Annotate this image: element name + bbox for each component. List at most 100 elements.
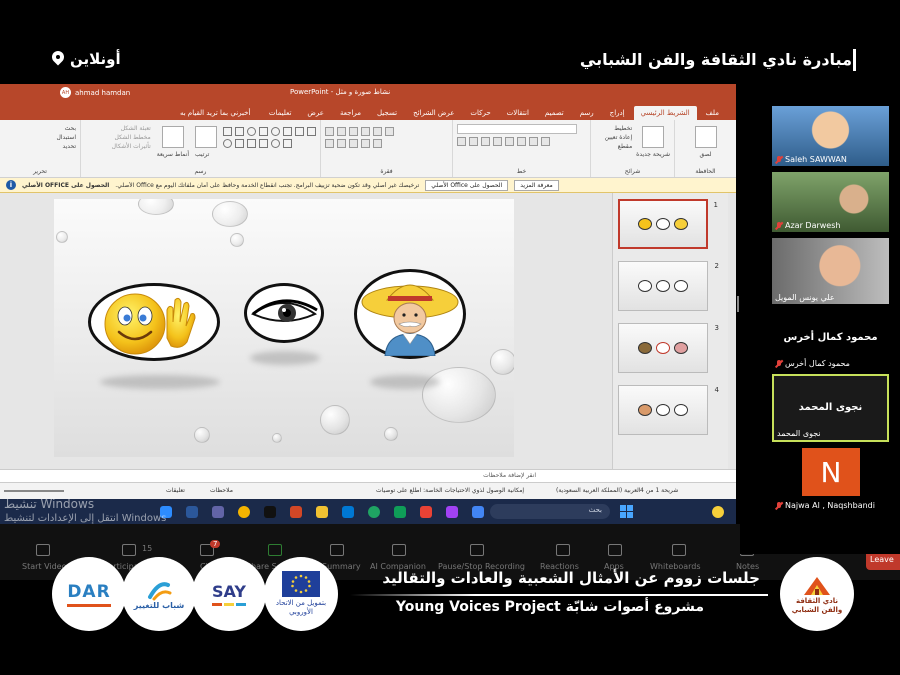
- curve-shape-icon[interactable]: [283, 139, 292, 148]
- tab-animations[interactable]: حركات: [463, 106, 497, 120]
- strike-icon[interactable]: [493, 137, 502, 146]
- shadow-icon[interactable]: [505, 137, 514, 146]
- check-app-icon[interactable]: [394, 506, 406, 518]
- bold-icon[interactable]: [457, 137, 466, 146]
- tiktok-app-icon[interactable]: [264, 506, 276, 518]
- tab-draw[interactable]: رسم: [573, 106, 601, 120]
- notes-pane[interactable]: انقر لإضافة ملاحظات: [0, 469, 736, 482]
- app-icon[interactable]: [472, 506, 484, 518]
- arrow-shape-icon[interactable]: [295, 127, 304, 136]
- oval-shape-icon[interactable]: [223, 139, 232, 148]
- participant-tile[interactable]: Saleh SAWWAN: [772, 106, 889, 166]
- oval-shape-icon[interactable]: [271, 127, 280, 136]
- store-app-icon[interactable]: [342, 506, 354, 518]
- layout-button[interactable]: تخطيط: [605, 124, 632, 133]
- panel-resize-handle[interactable]: [737, 296, 739, 312]
- reactions-icon[interactable]: [556, 544, 570, 556]
- rect-shape-icon[interactable]: [223, 127, 232, 136]
- summary-icon[interactable]: [330, 544, 344, 556]
- spacing-icon[interactable]: [517, 137, 526, 146]
- align-right-icon[interactable]: [349, 139, 358, 148]
- accessibility-status[interactable]: إمكانية الوصول لذوي الاحتياجات الخاصة: ا…: [376, 487, 524, 494]
- slide-thumbnail[interactable]: 2: [618, 261, 719, 311]
- tab-transitions[interactable]: انتقالات: [500, 106, 536, 120]
- tab-help[interactable]: تعليمات: [262, 106, 299, 120]
- current-slide[interactable]: [54, 199, 514, 457]
- whiteboard-icon[interactable]: [672, 544, 686, 556]
- record-icon[interactable]: [470, 544, 484, 556]
- shapes-gallery-row-2[interactable]: [223, 139, 316, 148]
- participants-icon[interactable]: [122, 544, 136, 556]
- slide-thumbnail[interactable]: 4: [618, 385, 719, 435]
- app-icon[interactable]: [446, 506, 458, 518]
- arrange-icon[interactable]: [195, 126, 217, 148]
- taskbar-search[interactable]: بحث: [490, 504, 610, 519]
- farmer-oval[interactable]: [354, 269, 466, 359]
- numbering-icon[interactable]: [337, 127, 346, 136]
- shape-outline-button[interactable]: مخطط الشكل: [112, 133, 150, 142]
- eye-oval[interactable]: [244, 283, 324, 343]
- brace-shape-icon[interactable]: [259, 139, 268, 148]
- participant-tile[interactable]: Azar Darwesh: [772, 172, 889, 232]
- underline-icon[interactable]: [481, 137, 490, 146]
- share-screen-icon[interactable]: [268, 544, 282, 556]
- tab-slideshow[interactable]: عرض الشرائح: [406, 106, 461, 120]
- justify-icon[interactable]: [361, 139, 370, 148]
- rect-shape-icon[interactable]: [259, 127, 268, 136]
- edge-app-icon[interactable]: [368, 506, 380, 518]
- participant-tile[interactable]: N Najwa Al , Naqshbandi: [772, 448, 889, 512]
- tab-review[interactable]: مراجعة: [333, 106, 368, 120]
- tab-record[interactable]: تسجيل: [370, 106, 404, 120]
- tab-home[interactable]: الشريط الرئيسي: [633, 106, 697, 120]
- notes-toggle[interactable]: ملاحظات: [210, 487, 233, 494]
- slide-thumbnail[interactable]: 1: [618, 199, 718, 249]
- star-shape-icon[interactable]: [271, 139, 280, 148]
- powerpoint-app-icon[interactable]: [290, 506, 302, 518]
- indent-icon[interactable]: [349, 127, 358, 136]
- learn-more-button[interactable]: معرفة المزيد: [514, 179, 559, 191]
- columns-icon[interactable]: [373, 139, 382, 148]
- align-center-icon[interactable]: [337, 139, 346, 148]
- shapes-gallery-row-1[interactable]: [223, 127, 316, 136]
- slide-thumbnail[interactable]: 3: [618, 323, 719, 373]
- participant-tile-active-speaker[interactable]: نجوى المحمد نجوى المحمد: [772, 374, 889, 442]
- text-direction-icon[interactable]: [385, 127, 394, 136]
- word-app-icon[interactable]: [186, 506, 198, 518]
- paste-icon[interactable]: [694, 126, 717, 148]
- smiley-oval[interactable]: [88, 283, 220, 361]
- triangle-shape-icon[interactable]: [235, 139, 244, 148]
- outdent-icon[interactable]: [361, 127, 370, 136]
- get-genuine-office-button[interactable]: الحصول على Office الأصلي: [425, 179, 509, 191]
- participant-tile[interactable]: علي يونس المويل: [772, 238, 889, 304]
- align-left-icon[interactable]: [325, 139, 334, 148]
- find-button[interactable]: بحث: [4, 124, 76, 133]
- line-spacing-icon[interactable]: [373, 127, 382, 136]
- file-explorer-icon[interactable]: [316, 506, 328, 518]
- reset-button[interactable]: إعادة تعيين: [605, 133, 633, 142]
- language-status[interactable]: العربية (المملكة العربية السعودية): [556, 487, 641, 494]
- replace-button[interactable]: استبدال: [4, 133, 77, 142]
- bullets-icon[interactable]: [325, 127, 334, 136]
- comments-toggle[interactable]: تعليقات: [166, 487, 185, 494]
- teams-app-icon[interactable]: [212, 506, 224, 518]
- case-icon[interactable]: [529, 137, 538, 146]
- participant-tile[interactable]: محمود كمال أخرس محمود كمال أخرس: [772, 310, 889, 370]
- app-icon[interactable]: [420, 506, 432, 518]
- chrome-app-icon[interactable]: [238, 506, 250, 518]
- select-button[interactable]: تحديد: [4, 142, 76, 151]
- weather-icon[interactable]: [712, 506, 724, 518]
- rect-shape-icon[interactable]: [235, 127, 244, 136]
- tab-insert[interactable]: إدراج: [603, 106, 632, 120]
- quick-styles-icon[interactable]: [161, 126, 184, 148]
- section-button[interactable]: مقطع: [605, 142, 632, 151]
- tab-design[interactable]: تصميم: [538, 106, 571, 120]
- video-icon[interactable]: [36, 544, 50, 556]
- line-shape-icon[interactable]: [283, 127, 292, 136]
- italic-icon[interactable]: [469, 137, 478, 146]
- ppt-user[interactable]: AH ahmad hamdan: [60, 87, 130, 98]
- zoom-slider[interactable]: [4, 490, 64, 492]
- oval-shape-icon[interactable]: [247, 127, 256, 136]
- font-color-icon[interactable]: [541, 137, 550, 146]
- brace-shape-icon[interactable]: [247, 139, 256, 148]
- font-name-select[interactable]: [457, 124, 577, 134]
